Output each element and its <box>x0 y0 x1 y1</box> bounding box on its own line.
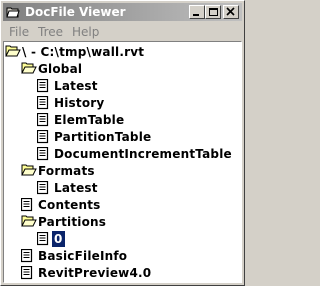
app-window: DocFile Viewer File Tree Help \ - C:\tmp… <box>0 0 245 286</box>
window-title: DocFile Viewer <box>25 5 126 19</box>
open-folder-icon <box>21 164 37 176</box>
tree-node-label: BasicFileInfo <box>38 249 128 263</box>
document-icon <box>37 113 49 127</box>
open-folder-icon <box>21 215 37 227</box>
open-folder-icon <box>21 62 37 74</box>
menu-tree[interactable]: Tree <box>38 24 63 40</box>
menu-file[interactable]: File <box>9 24 29 40</box>
tree-node-label: 0 <box>52 231 65 247</box>
tree-node-label: Global <box>38 62 83 76</box>
document-icon <box>37 130 49 144</box>
document-icon <box>37 232 49 246</box>
tree-node-label: Formats <box>38 164 95 178</box>
document-icon <box>37 181 49 195</box>
document-icon <box>21 266 33 280</box>
tree-node-label: Contents <box>38 198 101 212</box>
tree-view[interactable]: \ - C:\tmp\wall.rvt Global Latest Histor… <box>3 41 242 283</box>
app-icon <box>6 7 20 18</box>
maximize-icon <box>209 8 218 16</box>
title-bar[interactable]: DocFile Viewer <box>3 3 242 21</box>
tree-node-label: Latest <box>54 79 98 93</box>
tree-node-label: ElemTable <box>54 113 125 127</box>
tree-node-label: History <box>54 96 105 110</box>
document-icon <box>37 96 49 110</box>
tree-node-label: PartitionTable <box>54 130 152 144</box>
tree-node-label: Partitions <box>38 215 107 229</box>
close-button[interactable] <box>223 5 239 19</box>
tree-node-label: \ - C:\tmp\wall.rvt <box>22 45 145 59</box>
tree-node-label: RevitPreview4.0 <box>38 266 152 280</box>
tree-node-label: Latest <box>54 181 98 195</box>
document-icon <box>21 198 33 212</box>
tree-node-label: DocumentIncrementTable <box>54 147 232 161</box>
close-icon <box>226 7 235 16</box>
document-icon <box>21 249 33 263</box>
document-icon <box>37 147 49 161</box>
minimize-button[interactable] <box>189 5 205 19</box>
maximize-button[interactable] <box>205 5 221 19</box>
menu-help[interactable]: Help <box>72 24 99 40</box>
document-icon <box>37 79 49 93</box>
open-folder-icon <box>5 45 21 57</box>
minimize-icon <box>193 14 199 16</box>
menu-bar: File Tree Help <box>3 23 242 41</box>
